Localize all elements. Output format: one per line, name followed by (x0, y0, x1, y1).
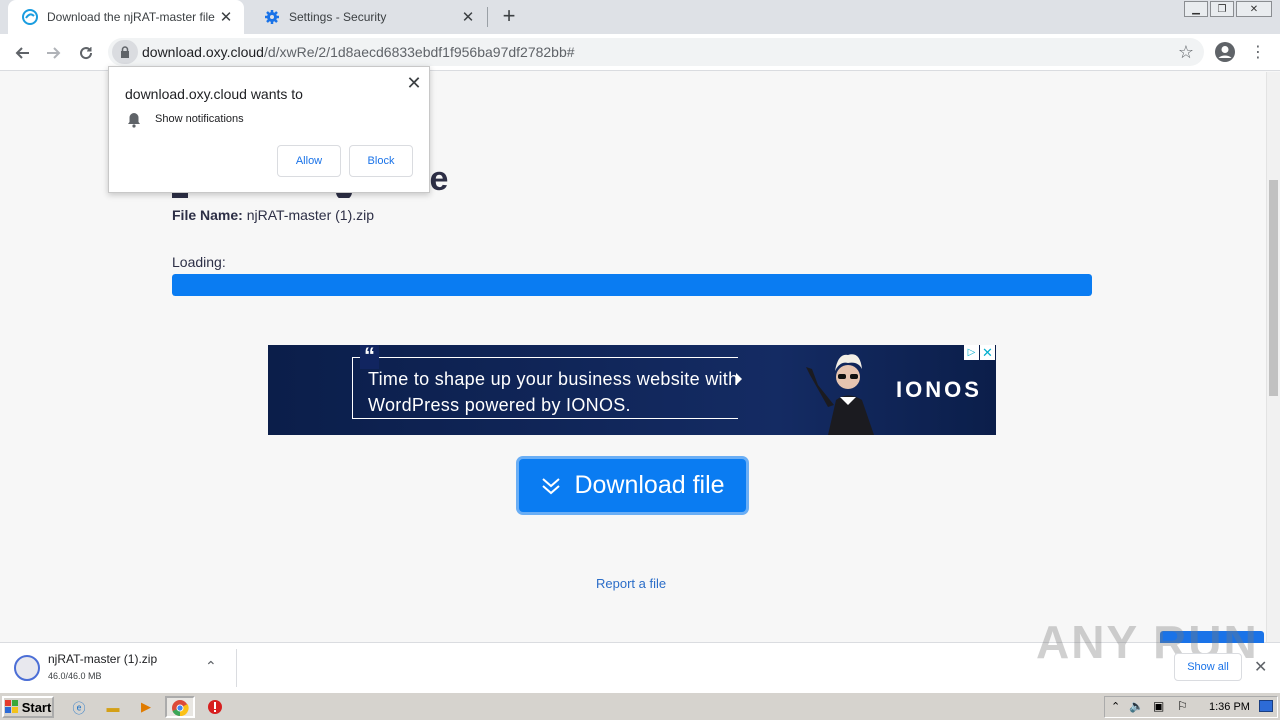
lock-icon (121, 46, 129, 58)
action-center-flag-icon[interactable]: ⚐ (1177, 699, 1188, 713)
forward-arrow-icon (47, 46, 61, 59)
tray-expand-icon[interactable]: ⌃ (1111, 700, 1120, 713)
minimize-button[interactable]: ▁ (1184, 1, 1208, 17)
new-tab-button[interactable]: + (498, 5, 520, 27)
popup-title: download.oxy.cloud wants to (125, 86, 303, 102)
close-tab-icon[interactable]: ✕ (460, 9, 476, 26)
address-bar[interactable]: download.oxy.cloud/d/xwRe/2/1d8aecd6833e… (108, 38, 1204, 66)
taskbar-clock: 1:36 PM (1209, 701, 1250, 713)
reload-icon (80, 46, 93, 59)
red-circle-icon (208, 700, 222, 714)
bell-icon (128, 113, 140, 128)
back-arrow-icon (15, 46, 29, 59)
ad-person-image (806, 354, 874, 435)
chrome-taskbar-button[interactable] (165, 696, 195, 718)
loading-label: Loading: (172, 254, 226, 270)
notification-permission-popup: download.oxy.cloud wants to ✕ Show notif… (108, 66, 430, 193)
report-file-link[interactable]: Report a file (596, 576, 666, 591)
download-file-button[interactable]: Download file (519, 459, 746, 512)
bookmark-star-icon[interactable]: ☆ (1178, 42, 1194, 63)
shelf-divider (236, 649, 237, 687)
gear-icon (265, 10, 279, 24)
loading-progress-bar (172, 274, 1092, 296)
system-tray: ⌃ 🔈 ▣ ⚐ 1:36 PM (1104, 696, 1278, 718)
file-name-row: File Name: njRAT-master (1).zip (172, 207, 374, 223)
file-name-label: File Name: (172, 207, 243, 223)
url-host: download.oxy.cloud (142, 44, 264, 60)
tab-title: Settings - Security (289, 10, 387, 24)
window-close-button[interactable]: ✕ (1236, 1, 1272, 17)
site-info-button[interactable] (112, 40, 138, 64)
menu-kebab-icon[interactable]: ⋮ (1250, 42, 1266, 64)
tab-settings[interactable]: Settings - Security ✕ (250, 0, 486, 34)
tab-download[interactable]: Download the njRAT-master file (1). ✕ (8, 0, 244, 34)
download-shelf: ANY RUN njRAT-master (1).zip 46.0/46.0 M… (0, 616, 1280, 692)
account-avatar-icon (1215, 42, 1235, 62)
windows-logo-icon (4, 700, 18, 713)
start-label: Start (21, 699, 52, 715)
popup-close-icon[interactable]: ✕ (404, 73, 424, 93)
stop-app-icon[interactable] (204, 697, 226, 717)
media-player-icon[interactable]: ▶ (135, 697, 157, 717)
back-button[interactable] (8, 34, 36, 71)
chevron-up-icon[interactable]: ⌃ (205, 658, 217, 675)
double-chevron-down-icon (542, 477, 561, 494)
download-item-name[interactable]: njRAT-master (1).zip (48, 652, 157, 666)
ad-close-icon[interactable]: ✕ (980, 345, 995, 360)
ad-arrow-icon (736, 373, 742, 385)
show-desktop-icon[interactable] (1259, 700, 1273, 712)
tab-strip: Download the njRAT-master file (1). ✕ Se… (0, 0, 1280, 34)
download-button-label: Download file (574, 471, 725, 499)
network-icon[interactable]: ▣ (1153, 699, 1164, 713)
volume-icon[interactable]: 🔈 (1129, 699, 1144, 713)
ad-banner[interactable]: “ Time to shape up your business website… (268, 345, 996, 435)
ad-logo: IONOS (896, 377, 982, 402)
ad-text: Time to shape up your business website w… (368, 369, 739, 415)
close-tab-icon[interactable]: ✕ (218, 9, 234, 26)
reload-button[interactable] (72, 34, 100, 71)
url-path: /d/xwRe/2/1d8aecd6833ebdf1f956ba97df2782… (263, 44, 575, 60)
tab-divider (487, 7, 488, 27)
block-button[interactable]: Block (349, 145, 413, 177)
restore-button[interactable]: ❐ (1210, 1, 1234, 17)
url-text: download.oxy.cloud/d/xwRe/2/1d8aecd6833e… (142, 44, 575, 60)
scrollbar-thumb[interactable] (1269, 180, 1278, 396)
forward-button[interactable] (40, 34, 68, 71)
download-item-size: 46.0/46.0 MB (48, 671, 102, 681)
show-all-button[interactable]: Show all (1174, 653, 1242, 681)
site-favicon-icon (22, 9, 38, 25)
ad-choices-icon[interactable]: ▷ (964, 345, 979, 360)
close-shelf-icon[interactable]: ✕ (1254, 657, 1267, 677)
progress-fill (172, 274, 1092, 296)
file-name-value: njRAT-master (1).zip (246, 207, 375, 223)
windows-taskbar: Start ⓔ ▬ ▶ ⌃ 🔈 ▣ ⚐ 1:36 PM (0, 692, 1280, 720)
folder-icon[interactable]: ▬ (102, 697, 124, 717)
page-scrollbar[interactable] (1266, 72, 1280, 642)
tab-title: Download the njRAT-master file (1). (47, 10, 218, 24)
profile-button[interactable] (1214, 41, 1238, 65)
archive-file-icon (14, 655, 40, 681)
allow-button[interactable]: Allow (277, 145, 341, 177)
chrome-icon (172, 700, 189, 717)
permission-text: Show notifications (155, 113, 244, 125)
internet-explorer-icon[interactable]: ⓔ (68, 697, 90, 717)
start-button[interactable]: Start (2, 696, 54, 718)
